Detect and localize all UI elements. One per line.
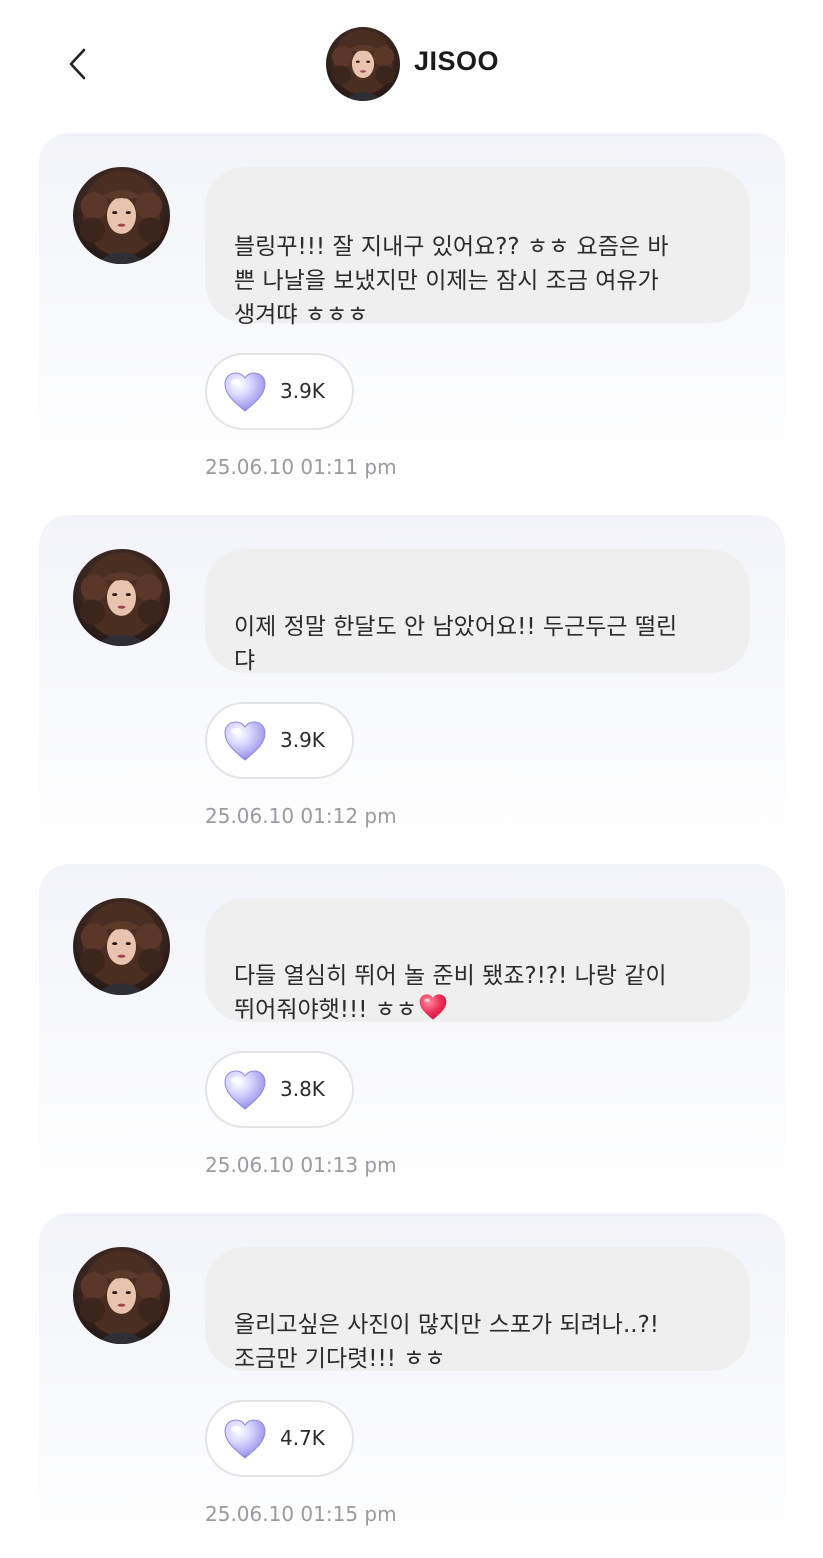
avatar[interactable] <box>73 898 170 995</box>
red-heart-icon <box>418 993 448 1031</box>
back-button[interactable] <box>58 42 98 86</box>
message-text: 올리고싶은 사진이 많지만 스포가 되려나..?! 조금만 기다렷!!! ㅎㅎ <box>234 1312 660 1372</box>
like-count: 3.9K <box>280 379 325 403</box>
like-button[interactable]: 3.9K <box>205 702 354 779</box>
avatar[interactable] <box>73 1247 170 1344</box>
avatar[interactable] <box>73 167 170 264</box>
timestamp: 25.06.10 01:12 pm <box>205 804 397 828</box>
message-bubble: 올리고싶은 사진이 많지만 스포가 되려나..?! 조금만 기다렷!!! ㅎㅎ <box>205 1247 750 1372</box>
avatar[interactable] <box>326 27 400 101</box>
message-card: 올리고싶은 사진이 많지만 스포가 되려나..?! 조금만 기다렷!!! ㅎㅎ … <box>39 1213 785 1558</box>
avatar[interactable] <box>73 549 170 646</box>
chevron-left-icon <box>58 42 98 86</box>
message-bubble: 다들 열심히 뛰어 놀 준비 됐죠?!?! 나랑 같이 뛰어줘야햇!!! ㅎㅎ <box>205 898 750 1023</box>
like-button[interactable]: 3.8K <box>205 1051 354 1128</box>
message-card: 이제 정말 한달도 안 남았어요!! 두근두근 떨린 댜 3.9K 25.06.… <box>39 515 785 860</box>
heart-icon <box>223 1418 267 1460</box>
timestamp: 25.06.10 01:15 pm <box>205 1502 397 1526</box>
heart-icon <box>223 1069 267 1111</box>
heart-icon <box>223 720 267 762</box>
heart-icon <box>223 371 267 413</box>
like-count: 4.7K <box>280 1426 325 1450</box>
message-text: 블링꾸!!! 잘 지내구 있어요?? ㅎㅎ 요즘은 바 쁜 나날을 보냈지만 이… <box>234 234 669 328</box>
timestamp: 25.06.10 01:13 pm <box>205 1153 397 1177</box>
page-title: JISOO <box>414 46 500 76</box>
like-button[interactable]: 3.9K <box>205 353 354 430</box>
message-bubble: 이제 정말 한달도 안 남았어요!! 두근두근 떨린 댜 <box>205 549 750 674</box>
like-count: 3.9K <box>280 728 325 752</box>
message-text: 이제 정말 한달도 안 남았어요!! 두근두근 떨린 댜 <box>234 614 678 674</box>
like-button[interactable]: 4.7K <box>205 1400 354 1477</box>
timestamp: 25.06.10 01:11 pm <box>205 455 397 479</box>
message-card: 블링꾸!!! 잘 지내구 있어요?? ㅎㅎ 요즘은 바 쁜 나날을 보냈지만 이… <box>39 133 785 479</box>
message-card: 다들 열심히 뛰어 놀 준비 됐죠?!?! 나랑 같이 뛰어줘야햇!!! ㅎㅎ … <box>39 864 785 1209</box>
message-text: 다들 열심히 뛰어 놀 준비 됐죠?!?! 나랑 같이 뛰어줘야햇!!! ㅎㅎ <box>234 963 667 1023</box>
like-count: 3.8K <box>280 1077 325 1101</box>
message-bubble: 블링꾸!!! 잘 지내구 있어요?? ㅎㅎ 요즘은 바 쁜 나날을 보냈지만 이… <box>205 167 750 328</box>
chat-header: JISOO <box>0 0 823 124</box>
